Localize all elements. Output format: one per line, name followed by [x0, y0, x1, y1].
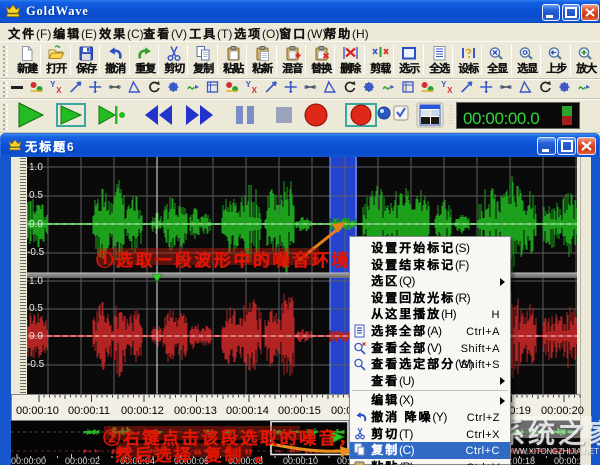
svg-text:X: X — [447, 86, 453, 95]
svg-text:X: X — [252, 86, 258, 95]
svg-text:X: X — [56, 86, 62, 95]
